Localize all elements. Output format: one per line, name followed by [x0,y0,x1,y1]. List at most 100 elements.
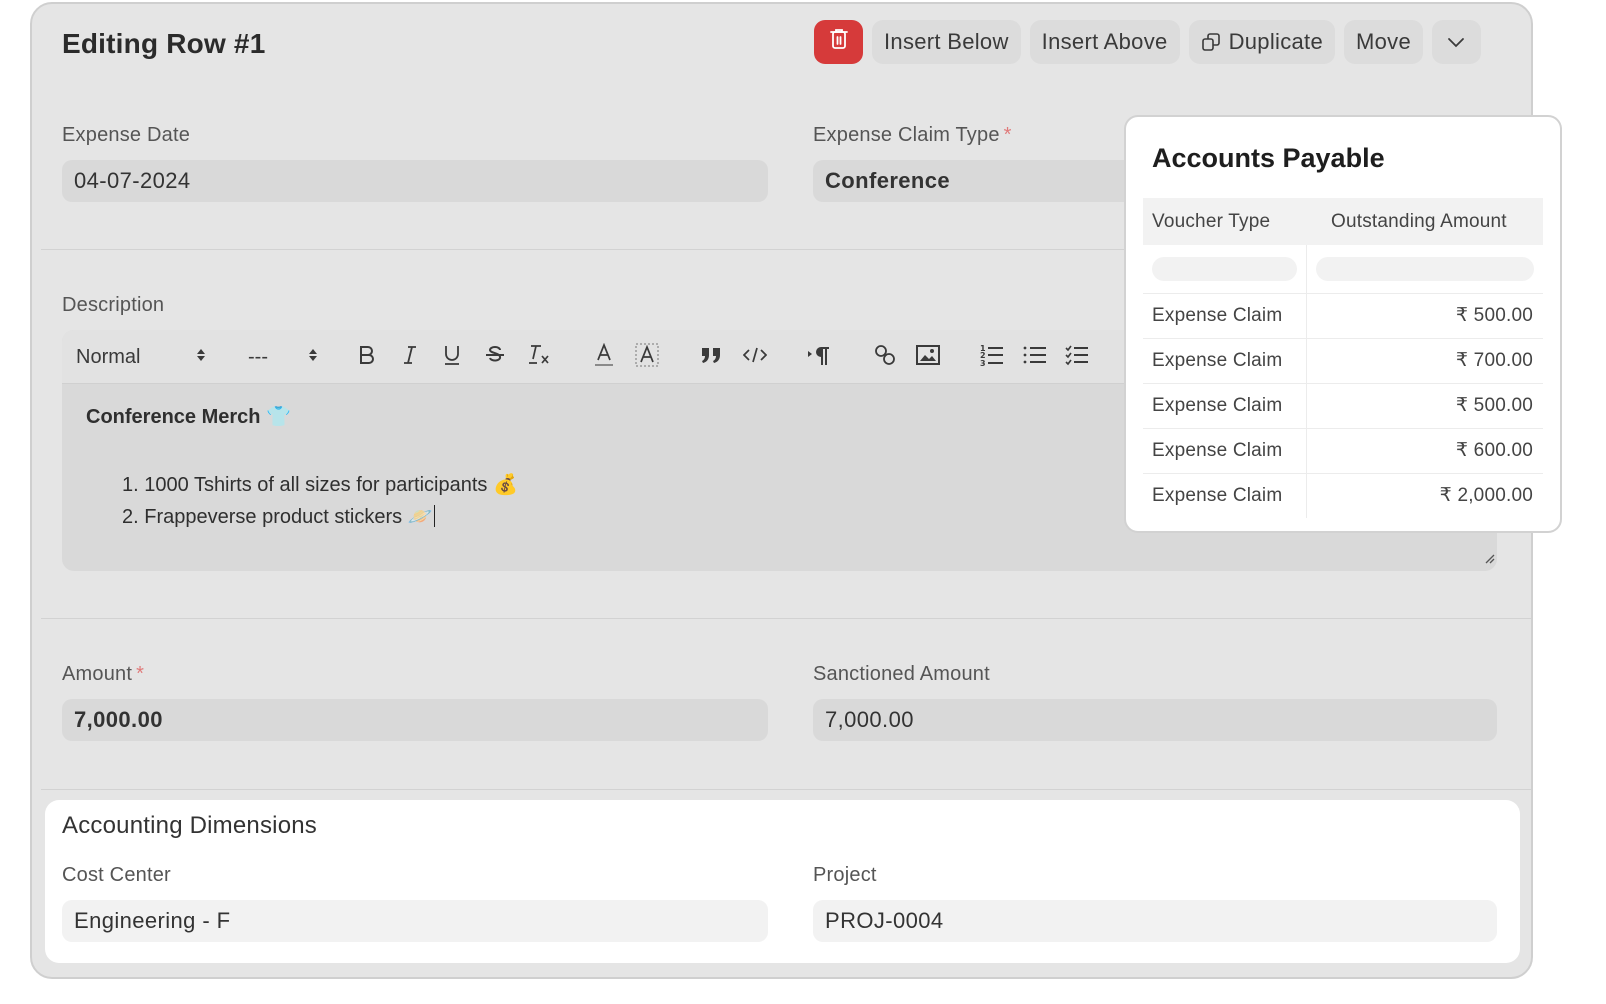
check-list-icon [1065,344,1089,371]
voucher-type-filter[interactable] [1152,256,1297,281]
list-item-text: Frappeverse product stickers [144,506,403,528]
code-block-button[interactable] [742,330,768,384]
cost-center-field[interactable]: Engineering - F [62,900,768,942]
select-arrows-icon [196,346,206,369]
popover-title: Accounts Payable [1152,143,1385,173]
move-button[interactable]: Move [1343,20,1423,64]
insert-below-button[interactable]: Insert Below [872,20,1021,64]
italic-icon [402,345,418,370]
bullet-list-button[interactable] [1022,330,1048,384]
editor-heading-text: Conference Merch [86,406,261,428]
text-color-icon [594,342,614,372]
link-button[interactable] [872,330,898,384]
svg-text:3: 3 [980,359,986,367]
outstanding-amount-cell: ₹ 2,000.00 [1306,472,1543,518]
background-color-button[interactable] [634,330,660,384]
cost-center-value: Engineering - F [74,908,231,933]
cost-center-label-text: Cost Center [62,864,171,886]
ordered-list-button[interactable]: 123 [979,330,1005,384]
voucher-type-cell: Expense Claim [1143,472,1307,518]
size-select[interactable]: --- [248,330,318,384]
insert-below-label: Insert Below [884,29,1009,54]
ordered-list-icon: 123 [980,343,1004,372]
accounts-payable-popover: Accounts Payable Voucher Type Outstandin… [1124,115,1562,533]
section-title: Accounting Dimensions [62,812,317,839]
expense-date-label-text: Expense Date [62,124,191,146]
tshirt-emoji-icon: 👕 [266,406,291,428]
underline-button[interactable] [440,330,464,384]
duplicate-button[interactable]: Duplicate [1188,20,1335,64]
filter-row [1143,245,1543,293]
code-icon [742,347,768,368]
more-actions-button[interactable] [1431,20,1481,64]
duplicate-icon [1201,32,1221,52]
expense-claim-type-label: Expense Claim Type * [813,124,1012,147]
outstanding-amount-cell: ₹ 600.00 [1306,427,1543,473]
header-select[interactable]: Normal [76,330,206,384]
column-header-outstanding-amount: Outstanding Amount [1306,198,1543,245]
blockquote-button[interactable] [699,330,723,384]
section-divider [41,789,1531,790]
table-row[interactable]: Expense Claim ₹ 2,000.00 [1143,472,1543,518]
bold-button[interactable] [355,330,379,384]
amount-label: Amount * [62,663,144,686]
check-list-button[interactable] [1064,330,1090,384]
table-header-row: Voucher Type Outstanding Amount [1143,198,1543,245]
sanctioned-amount-field[interactable]: 7,000.00 [813,699,1497,741]
accounting-dimensions-section: Accounting Dimensions Cost Center Engine… [45,800,1520,963]
required-mark: * [1003,124,1012,146]
resize-handle-icon[interactable] [1483,551,1495,569]
italic-button[interactable] [398,330,422,384]
amount-label-text: Amount [62,663,133,685]
outstanding-amount-cell: ₹ 500.00 [1306,292,1543,338]
required-mark: * [136,663,145,685]
size-select-value: --- [248,345,268,368]
outstanding-amount-cell: ₹ 700.00 [1306,337,1543,383]
table-row[interactable]: Expense Claim ₹ 700.00 [1143,337,1543,383]
money-bag-emoji-icon: 💰 [492,474,518,496]
select-arrows-icon [308,346,318,369]
expense-date-field[interactable]: 04-07-2024 [62,160,768,202]
bold-icon [358,345,376,370]
filter-cell[interactable] [1306,245,1543,293]
amount-field[interactable]: 7,000.00 [62,699,768,741]
table-row[interactable]: Expense Claim ₹ 500.00 [1143,382,1543,428]
voucher-type-cell: Expense Claim [1143,427,1307,473]
move-label: Move [1355,29,1411,54]
row-actions-toolbar: Insert Below Insert Above Duplicate Move [814,20,1481,64]
strikethrough-icon [485,345,505,370]
expense-date-label: Expense Date [62,124,190,147]
section-divider [41,618,1531,619]
list-item-text: 1000 Tshirts of all sizes for participan… [144,474,488,496]
text-cursor [433,505,436,527]
background-color-icon [635,343,659,372]
insert-above-label: Insert Above [1041,29,1168,54]
sanctioned-amount-label-text: Sanctioned Amount [813,663,990,685]
expense-claim-type-label-text: Expense Claim Type [813,124,1000,146]
cost-center-label: Cost Center [62,864,171,887]
header-select-value: Normal [76,345,141,368]
image-button[interactable] [915,330,941,384]
quote-icon [700,346,722,369]
clear-format-icon [527,344,551,371]
description-label: Description [62,294,164,317]
project-value: PROJ-0004 [825,908,944,933]
dialog-title: Editing Row #1 [62,28,266,59]
text-color-button[interactable] [592,330,616,384]
project-field[interactable]: PROJ-0004 [813,900,1497,942]
insert-above-button[interactable]: Insert Above [1029,20,1180,64]
strikethrough-button[interactable] [483,330,507,384]
outstanding-amount-filter[interactable] [1315,256,1534,281]
delete-row-button[interactable] [814,20,863,64]
sanctioned-amount-value: 7,000.00 [825,707,914,732]
table-row[interactable]: Expense Claim ₹ 600.00 [1143,427,1543,473]
underline-icon [443,344,461,371]
filter-cell[interactable] [1143,245,1307,293]
duplicate-label: Duplicate [1228,29,1323,54]
trash-icon [828,27,850,57]
table-row[interactable]: Expense Claim ₹ 500.00 [1143,292,1543,338]
text-direction-button[interactable] [806,330,832,384]
expense-date-value: 04-07-2024 [74,168,191,193]
clear-format-button[interactable] [525,330,553,384]
chevron-down-icon [1446,29,1466,55]
